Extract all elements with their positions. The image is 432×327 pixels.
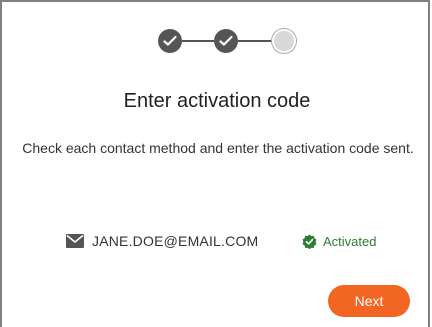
contact-email: JANE.DOE@EMAIL.COM	[92, 233, 259, 249]
check-icon	[163, 35, 177, 46]
step-connector	[182, 40, 214, 42]
envelope-icon	[66, 234, 84, 248]
activation-dialog: Enter activation code Check each contact…	[0, 0, 430, 327]
step-3-current	[272, 29, 296, 53]
step-1-completed	[158, 29, 182, 53]
step-2-completed	[214, 29, 238, 53]
status-label: Activated	[323, 233, 377, 249]
step-connector	[238, 40, 272, 42]
contact-method-row: JANE.DOE@EMAIL.COM	[66, 230, 258, 252]
instructions-text: Check each contact method and enter the …	[22, 140, 414, 156]
check-icon	[219, 35, 233, 46]
next-button[interactable]: Next	[328, 285, 410, 317]
page-title: Enter activation code	[123, 90, 311, 112]
activation-status: Activated	[302, 231, 376, 251]
verified-badge-icon	[302, 233, 317, 249]
